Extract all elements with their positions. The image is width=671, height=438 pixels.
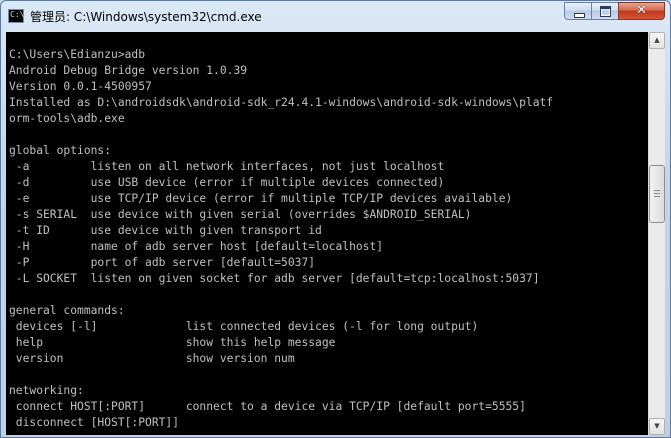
console-line: -L SOCKET listen on given socket for adb… bbox=[9, 272, 540, 285]
console-line: -a listen on all network interfaces, not… bbox=[9, 160, 445, 173]
console-line: connect HOST[:PORT] connect to a device … bbox=[9, 400, 526, 413]
scroll-thumb[interactable] bbox=[649, 165, 665, 223]
console-line: Installed as D:\androidsdk\android-sdk_r… bbox=[9, 96, 554, 109]
cmd-icon[interactable]: C:\ bbox=[8, 9, 24, 23]
title-bar[interactable]: C:\ 管理员: C:\Windows\system32\cmd.exe ✕ bbox=[1, 1, 670, 32]
console-line: general commands: bbox=[9, 304, 125, 317]
console-line: -P port of adb server [default=5037] bbox=[9, 256, 316, 269]
thumb-grip bbox=[654, 190, 660, 191]
thumb-grip bbox=[654, 196, 660, 197]
console-line: help show this help message bbox=[9, 336, 336, 349]
window-title: 管理员: C:\Windows\system32\cmd.exe bbox=[30, 10, 262, 24]
close-icon: ✕ bbox=[636, 3, 647, 18]
console-line: -d use USB device (error if multiple dev… bbox=[9, 176, 445, 189]
console-line: C:\Users\Edianzu>adb bbox=[9, 48, 146, 61]
console-line: Android Debug Bridge version 1.0.39 bbox=[9, 64, 248, 77]
close-button[interactable]: ✕ bbox=[618, 2, 665, 20]
console-line: -t ID use device with given transport id bbox=[9, 224, 322, 237]
console-line: version show version num bbox=[9, 352, 295, 365]
console-output[interactable]: C:\Users\Edianzu>adb Android Debug Bridge… bbox=[6, 32, 648, 435]
maximize-icon bbox=[600, 6, 611, 17]
maximize-button[interactable] bbox=[591, 2, 619, 20]
console-line: devices [-l] list connected devices (-l … bbox=[9, 320, 479, 333]
console-line: -H name of adb server host [default=loca… bbox=[9, 240, 384, 253]
cmd-icon-glyph: C:\ bbox=[10, 10, 25, 19]
cmd-window: C:\ 管理员: C:\Windows\system32\cmd.exe ✕ C… bbox=[0, 0, 671, 438]
minimize-icon bbox=[574, 13, 585, 18]
scroll-down-button[interactable]: ▼ bbox=[649, 418, 665, 435]
console-line: networking: bbox=[9, 384, 84, 397]
console-line: -s SERIAL use device with given serial (… bbox=[9, 208, 472, 221]
console-line: global options: bbox=[9, 144, 112, 157]
console-line: disconnect [HOST[:PORT]] bbox=[9, 416, 180, 429]
console-text: C:\Users\Edianzu>adb Android Debug Bridge… bbox=[6, 32, 648, 431]
minimize-button[interactable] bbox=[564, 2, 592, 20]
scroll-up-button[interactable]: ▲ bbox=[649, 32, 665, 49]
console-line: Version 0.0.1-4500957 bbox=[9, 80, 152, 93]
vertical-scrollbar[interactable]: ▲ ▼ bbox=[648, 32, 665, 435]
console-line: -e use TCP/IP device (error if multiple … bbox=[9, 192, 513, 205]
thumb-grip bbox=[654, 193, 660, 194]
console-line: orm-tools\adb.exe bbox=[9, 112, 125, 125]
